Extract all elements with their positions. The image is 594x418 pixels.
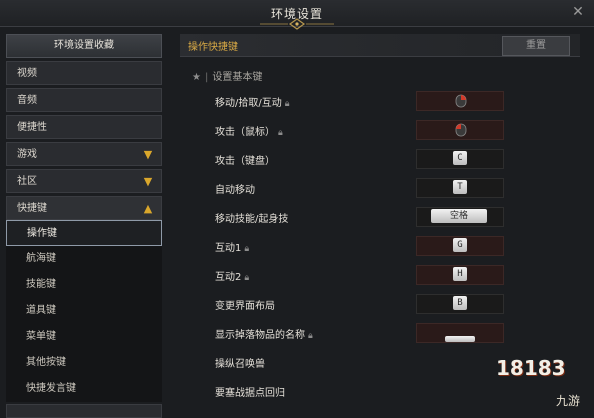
watermark-subtext: 九游 bbox=[556, 394, 581, 408]
section-title: 设置基本键 bbox=[212, 72, 263, 83]
submenu-item-sailing-keys[interactable]: 航海键 bbox=[6, 246, 162, 272]
keybinding-row: 显示掉落物品的名称 🔒︎ bbox=[180, 318, 594, 347]
key-slot[interactable]: C bbox=[416, 149, 504, 169]
submenu-item-action-keys[interactable]: 操作键 bbox=[6, 220, 162, 246]
sidebar-item-label: 社区 bbox=[17, 176, 37, 187]
key-slot[interactable]: H bbox=[416, 265, 504, 285]
keybinding-label: 操纵召唤兽 bbox=[215, 359, 265, 370]
sidebar-item-label: 便捷性 bbox=[17, 122, 47, 133]
sidebar: 环境设置收藏 视频 音频 便捷性 游戏 ▼ 社区 ▼ 快捷键 ▲ 操作键 航海键 技能… bbox=[6, 34, 162, 418]
lock-icon: 🔒︎ bbox=[244, 273, 250, 283]
sidebar-item-convenience[interactable]: 便捷性 bbox=[6, 115, 162, 139]
submenu-item-other-keys[interactable]: 其他按键 bbox=[6, 350, 162, 376]
mouse-right-icon bbox=[455, 94, 467, 108]
keybinding-row: 互动2 🔒︎ H bbox=[180, 260, 594, 289]
key-cap: T bbox=[453, 180, 467, 194]
keybinding-label: 互动2 🔒︎ bbox=[215, 272, 250, 283]
sidebar-item-label: 快捷键 bbox=[17, 203, 47, 214]
sidebar-item-next[interactable] bbox=[6, 404, 162, 418]
lock-icon: 🔒︎ bbox=[244, 244, 250, 254]
sidebar-item-label: 游戏 bbox=[17, 149, 37, 160]
sidebar-item-label: 音频 bbox=[17, 95, 37, 106]
keybinding-label: 自动移动 bbox=[215, 185, 255, 196]
hotkey-submenu: 操作键 航海键 技能键 道具键 菜单键 其他按键 快捷发言键 bbox=[6, 220, 162, 402]
sidebar-item-video[interactable]: 视频 bbox=[6, 61, 162, 85]
page-title: 操作快捷键 bbox=[188, 42, 238, 53]
title-bar: 环境设置 ✕ bbox=[0, 0, 594, 30]
keybinding-row: 变更界面布局 B bbox=[180, 289, 594, 318]
key-cap: G bbox=[453, 238, 467, 252]
lock-icon: 🔒︎ bbox=[278, 128, 283, 138]
key-cap bbox=[445, 336, 475, 342]
close-icon[interactable]: ✕ bbox=[570, 4, 586, 20]
keybinding-label: 变更界面布局 bbox=[215, 301, 275, 312]
key-cap: H bbox=[453, 267, 467, 281]
divider: | bbox=[204, 72, 209, 83]
keybinding-label: 移动技能/起身技 bbox=[215, 214, 289, 225]
submenu-item-chat-keys[interactable]: 快捷发言键 bbox=[6, 376, 162, 402]
sidebar-item-community[interactable]: 社区 ▼ bbox=[6, 169, 162, 193]
key-slot[interactable]: G bbox=[416, 236, 504, 256]
main-header: 操作快捷键 重置 bbox=[180, 34, 580, 57]
keybinding-label: 攻击（鼠标） 🔒︎ bbox=[215, 127, 283, 138]
keybinding-label: 要塞战据点回归 bbox=[215, 388, 285, 399]
lock-icon: 🔒︎ bbox=[284, 99, 290, 109]
keybinding-row: 移动技能/起身技 空格 bbox=[180, 202, 594, 231]
sidebar-item-hotkeys[interactable]: 快捷键 ▲ bbox=[6, 196, 162, 220]
key-slot[interactable] bbox=[416, 91, 504, 111]
chevron-down-icon: ▼ bbox=[143, 175, 153, 188]
keybinding-row: 要塞战据点回归 bbox=[180, 376, 594, 405]
keybinding-row: 自动移动 T bbox=[180, 173, 594, 202]
key-slot[interactable]: B bbox=[416, 294, 504, 314]
watermark-logo: 18183 bbox=[496, 356, 566, 380]
key-cap: 空格 bbox=[431, 209, 487, 223]
chevron-down-icon: ▼ bbox=[143, 148, 153, 161]
mouse-left-icon bbox=[455, 123, 467, 137]
reset-button[interactable]: 重置 bbox=[502, 36, 570, 56]
star-icon[interactable]: ★ bbox=[192, 72, 201, 83]
submenu-item-skill-keys[interactable]: 技能键 bbox=[6, 272, 162, 298]
section-header: ★ | 设置基本键 bbox=[192, 68, 262, 83]
chevron-up-icon: ▲ bbox=[143, 202, 153, 215]
key-slot[interactable] bbox=[416, 323, 504, 343]
lock-icon: 🔒︎ bbox=[308, 331, 313, 341]
keybinding-label: 攻击（键盘） bbox=[215, 156, 275, 167]
keybinding-label: 显示掉落物品的名称 🔒︎ bbox=[215, 330, 313, 341]
keybinding-row: 移动/拾取/互动 🔒︎ bbox=[180, 86, 594, 115]
sidebar-item-game[interactable]: 游戏 ▼ bbox=[6, 142, 162, 166]
keybinding-row: 攻击（键盘） C bbox=[180, 144, 594, 173]
key-slot[interactable]: 空格 bbox=[416, 207, 504, 227]
keybinding-row: 攻击（鼠标） 🔒︎ bbox=[180, 115, 594, 144]
favorites-header[interactable]: 环境设置收藏 bbox=[6, 34, 162, 58]
key-slot[interactable] bbox=[416, 120, 504, 140]
key-slot[interactable]: T bbox=[416, 178, 504, 198]
submenu-item-menu-keys[interactable]: 菜单键 bbox=[6, 324, 162, 350]
keybinding-row: 互动1 🔒︎ G bbox=[180, 231, 594, 260]
keybinding-label: 互动1 🔒︎ bbox=[215, 243, 250, 254]
sidebar-item-label: 视频 bbox=[17, 68, 37, 79]
key-cap: B bbox=[453, 296, 467, 310]
submenu-item-item-keys[interactable]: 道具键 bbox=[6, 298, 162, 324]
title-ornament-icon bbox=[260, 18, 334, 30]
key-cap: C bbox=[453, 151, 467, 165]
keybinding-label: 移动/拾取/互动 🔒︎ bbox=[215, 98, 290, 109]
sidebar-item-audio[interactable]: 音频 bbox=[6, 88, 162, 112]
